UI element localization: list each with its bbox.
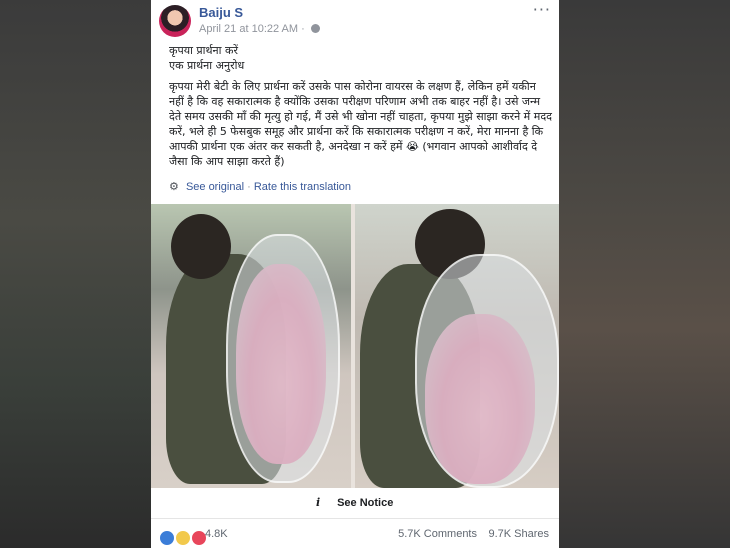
author-name[interactable]: Baiju S: [199, 5, 243, 20]
post-text: कृपया प्रार्थना करें एक प्रार्थना अनुरोध…: [169, 43, 554, 169]
rate-translation-link[interactable]: Rate this translation: [254, 181, 351, 193]
blurred-background-left: [0, 0, 151, 548]
blurred-background-right: [559, 0, 730, 548]
post-photo[interactable]: [151, 204, 559, 488]
post-body: कृपया मेरी बेटी के लिए प्रार्थना करें उस…: [169, 80, 553, 168]
timestamp[interactable]: April 21 at 10:22 AM: [199, 23, 298, 35]
comments-count[interactable]: 5.7K Comments: [398, 528, 477, 540]
post-meta: April 21 at 10:22 AM ·: [199, 23, 320, 35]
translation-bar: ⚙ See original · Rate this translation: [169, 180, 351, 193]
see-original-link[interactable]: See original: [186, 181, 244, 193]
post-footer: 4.8K 5.7K Comments 9.7K Shares: [151, 520, 559, 548]
see-notice[interactable]: i See Notice: [316, 496, 393, 509]
reaction-icons[interactable]: [159, 527, 208, 546]
more-options-icon[interactable]: ···: [533, 0, 551, 19]
plastic-cover: [415, 254, 559, 488]
see-notice-label: See Notice: [337, 497, 394, 509]
photo-left: [151, 204, 351, 488]
gear-icon: ⚙: [169, 181, 179, 193]
soldier-head: [171, 214, 231, 279]
reaction-count[interactable]: 4.8K: [205, 528, 228, 540]
facebook-post: Baiju S April 21 at 10:22 AM · ··· कृपया…: [151, 0, 559, 548]
photo-right: [355, 204, 559, 488]
globe-icon: [310, 24, 320, 33]
separator-dot: ·: [301, 23, 308, 35]
plastic-cover: [226, 234, 340, 483]
shares-count[interactable]: 9.7K Shares: [488, 528, 549, 540]
like-icon: [159, 529, 175, 546]
notice-bar[interactable]: i See Notice: [151, 488, 559, 519]
translation-separator: ·: [247, 181, 254, 193]
post-heading: कृपया प्रार्थना करें एक प्रार्थना अनुरोध: [169, 44, 245, 72]
avatar[interactable]: [159, 5, 191, 37]
info-icon: i: [316, 496, 321, 509]
sad-icon: [175, 529, 192, 546]
